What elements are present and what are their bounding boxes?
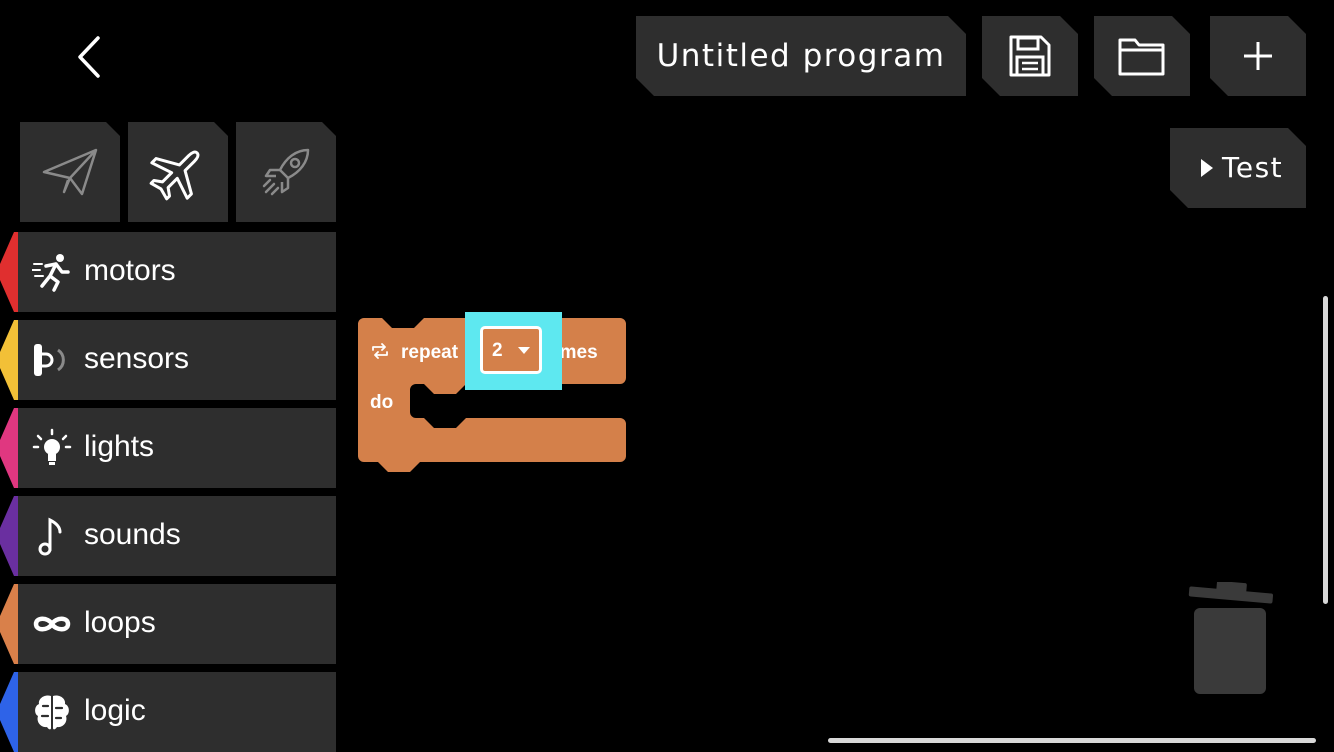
category-label: loops — [84, 606, 156, 639]
category-label: logic — [84, 694, 146, 727]
times-dropdown[interactable]: 2 — [480, 326, 542, 374]
do-label: do — [370, 392, 394, 413]
category-color-strip — [0, 496, 20, 576]
category-color-strip — [0, 232, 20, 312]
rocket-icon — [258, 144, 314, 200]
tab-airplane[interactable] — [128, 122, 228, 222]
category-color-strip — [0, 320, 20, 400]
category-label: motors — [84, 254, 176, 287]
category-sounds[interactable]: sounds — [0, 496, 336, 576]
new-program-button[interactable] — [1210, 16, 1306, 96]
category-motors[interactable]: motors — [0, 232, 336, 312]
trash-button[interactable] — [1186, 580, 1276, 696]
save-icon — [1007, 33, 1053, 79]
open-button[interactable] — [1094, 16, 1190, 96]
infinity-icon — [33, 616, 71, 632]
caret-down-icon — [518, 347, 530, 354]
airplane-icon — [148, 142, 208, 202]
category-label: sensors — [84, 342, 190, 375]
repeat-icon — [372, 343, 388, 359]
trash-icon — [1188, 580, 1274, 694]
category-label: lights — [84, 430, 155, 463]
repeat-block[interactable]: repeat times do 2 — [358, 312, 628, 478]
test-label: Test — [1222, 151, 1284, 184]
program-title: Untitled program — [656, 38, 946, 74]
times-value: 2 — [492, 340, 503, 361]
program-title-button[interactable]: Untitled program — [636, 16, 966, 96]
category-sensors[interactable]: sensors — [0, 320, 336, 400]
lightbulb-icon — [32, 428, 72, 465]
plus-icon — [1242, 40, 1274, 72]
save-button[interactable] — [982, 16, 1078, 96]
tab-rocket[interactable] — [236, 122, 336, 222]
category-color-strip — [0, 408, 20, 488]
play-icon — [1200, 158, 1214, 178]
running-icon — [32, 254, 70, 292]
repeat-label: repeat — [401, 342, 459, 363]
chevron-left-icon — [78, 36, 100, 78]
paper-plane-icon — [42, 146, 98, 198]
test-button[interactable]: Test — [1170, 128, 1306, 208]
category-loops[interactable]: loops — [0, 584, 336, 664]
horizontal-scrollbar[interactable] — [828, 738, 1316, 743]
vertical-scrollbar[interactable] — [1323, 296, 1328, 604]
category-logic[interactable]: logic — [0, 672, 336, 752]
sensor-icon — [34, 344, 65, 376]
category-color-strip — [0, 584, 20, 664]
folder-icon — [1117, 36, 1167, 78]
back-button[interactable] — [60, 28, 120, 88]
category-label: sounds — [84, 518, 181, 551]
brain-icon — [35, 695, 69, 730]
music-note-icon — [38, 517, 62, 556]
tab-paper-plane[interactable] — [20, 122, 120, 222]
category-lights[interactable]: lights — [0, 408, 336, 488]
category-color-strip — [0, 672, 20, 752]
